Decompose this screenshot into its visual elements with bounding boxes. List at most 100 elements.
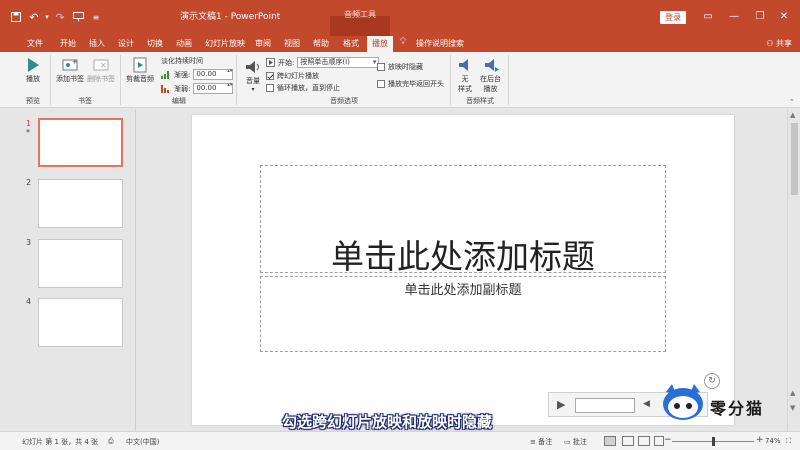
tab-file[interactable]: 文件 — [27, 36, 43, 52]
zoom-level[interactable]: 74% — [765, 437, 781, 445]
group-audio-options-label: 音频选项 — [330, 97, 358, 105]
fade-out-label: 渐弱: — [174, 84, 191, 93]
redo-icon[interactable]: ↷ — [52, 9, 68, 25]
collapse-ribbon-icon[interactable]: ⌃ — [789, 98, 795, 106]
tab-insert[interactable]: 插入 — [89, 36, 105, 52]
restore-icon[interactable]: ❐ — [752, 9, 768, 25]
fade-in-icon — [161, 71, 169, 79]
fade-out-input[interactable]: 00.00 — [193, 83, 234, 94]
scrollbar-thumb[interactable] — [791, 123, 798, 195]
fade-in-label: 渐强: — [174, 70, 191, 79]
hide-during-show-checkbox[interactable]: 放映时隐藏 — [377, 62, 423, 72]
ribbon-display-icon[interactable]: ▭ — [700, 9, 716, 25]
close-icon[interactable]: ✕ — [776, 9, 792, 25]
scroll-up-icon[interactable]: ▲ — [790, 111, 795, 119]
no-style-button[interactable]: 无 样式 — [456, 56, 474, 94]
customize-icon[interactable]: ≡ — [88, 9, 104, 25]
save-icon[interactable] — [8, 9, 24, 25]
undo-icon[interactable]: ↶ — [26, 9, 42, 25]
rewind-checkbox[interactable]: 播放完毕返回开头 — [377, 79, 444, 89]
subtitle-placeholder-text: 单击此处添加副标题 — [404, 283, 522, 298]
loop-check[interactable] — [266, 84, 274, 92]
zoom-out-icon[interactable]: − — [664, 435, 672, 445]
play-in-background-button[interactable]: 在后台 播放 — [480, 56, 501, 94]
cross-slides-check[interactable] — [266, 72, 274, 80]
scroll-up-icon[interactable]: ▲ — [790, 389, 795, 397]
trim-audio-label: 剪裁音频 — [126, 75, 154, 83]
title-placeholder-text: 单击此处添加标题 — [331, 237, 595, 276]
chevron-down-icon[interactable]: ▾ — [44, 9, 50, 25]
thumbnail-number: 3 — [26, 238, 32, 247]
hide-during-show-check[interactable] — [377, 63, 385, 71]
fit-slide-icon[interactable]: ⛶ — [786, 437, 791, 446]
spelling-icon[interactable]: ⎙ — [108, 437, 114, 446]
tab-slideshow[interactable]: 幻灯片放映 — [205, 36, 245, 52]
rotate-handle-icon[interactable]: ↻ — [704, 373, 720, 389]
zoom-in-icon[interactable]: + — [756, 435, 764, 445]
remove-bookmark-button[interactable]: ✕ 删除书签 — [87, 56, 115, 84]
quick-access-toolbar: ↶ ▾ ↷ ≡ — [8, 8, 104, 26]
slide-canvas[interactable]: 单击此处添加标题 单击此处添加副标题 — [192, 115, 734, 425]
slide-count: 幻灯片 第 1 张，共 4 张 — [22, 438, 99, 446]
tab-home[interactable]: 开始 — [60, 36, 76, 52]
divider — [450, 55, 451, 105]
play-in-background-label-2: 播放 — [483, 85, 498, 93]
tab-help[interactable]: 帮助 — [313, 36, 329, 52]
tab-playback[interactable]: 播放 — [367, 36, 393, 52]
minimize-icon[interactable]: — — [726, 9, 742, 25]
tab-review[interactable]: 审阅 — [255, 36, 271, 52]
loop-checkbox[interactable]: 循环播放，直到停止 — [266, 83, 340, 93]
tab-transitions[interactable]: 切换 — [147, 36, 163, 52]
tab-view[interactable]: 视图 — [284, 36, 300, 52]
share-button[interactable]: ⚇ 共享 — [766, 36, 792, 52]
tab-design[interactable]: 设计 — [118, 36, 134, 52]
slide-thumbnail-4[interactable] — [38, 298, 123, 347]
volume-label: 音量 — [246, 77, 260, 85]
play-label: 播放 — [26, 75, 40, 83]
group-preview-label: 预览 — [26, 97, 40, 105]
audio-back-icon[interactable]: ◀ — [643, 399, 650, 409]
tab-format[interactable]: 格式 — [343, 36, 359, 52]
vertical-scrollbar[interactable]: ▲ ▲ ▼ — [787, 109, 800, 431]
slideshow-view-icon[interactable] — [654, 436, 664, 446]
svg-text:✕: ✕ — [100, 61, 107, 70]
audio-play-icon[interactable]: ▶ — [557, 398, 565, 411]
subtitle-placeholder[interactable]: 单击此处添加副标题 — [260, 276, 666, 352]
reading-view-icon[interactable] — [638, 436, 650, 446]
rewind-label: 播放完毕返回开头 — [388, 80, 444, 88]
no-style-label-2: 样式 — [458, 85, 472, 93]
start-dropdown[interactable]: 按照单击顺序(I) — [297, 57, 380, 68]
zoom-slider-knob[interactable] — [712, 437, 715, 446]
play-icon — [28, 58, 39, 72]
trim-audio-icon — [133, 57, 147, 73]
trim-audio-button[interactable]: 剪裁音频 — [126, 56, 154, 84]
scroll-down-icon[interactable]: ▼ — [790, 404, 795, 412]
lightbulb-icon[interactable]: 💡︎ — [400, 37, 406, 47]
group-audio-styles-label: 音频样式 — [466, 97, 494, 105]
person-icon: ⚇ — [766, 39, 776, 48]
thumbnail-number: 4 — [26, 297, 32, 306]
fade-duration-title: 淡化持续时间 — [161, 57, 203, 65]
add-bookmark-button[interactable]: + 添加书签 — [56, 56, 84, 84]
cross-slides-checkbox[interactable]: 跨幻灯片播放 — [266, 71, 319, 81]
slide-thumbnail-3[interactable] — [38, 239, 123, 288]
slide-thumbnail-1[interactable] — [38, 118, 123, 167]
volume-button[interactable]: 音量 ▾ — [244, 58, 262, 93]
play-button[interactable]: 播放 — [24, 56, 42, 84]
present-icon[interactable] — [70, 9, 86, 25]
language[interactable]: 中文(中国) — [126, 437, 159, 447]
tab-animations[interactable]: 动画 — [176, 36, 192, 52]
fade-in-input[interactable]: 00.00 — [193, 69, 234, 80]
normal-view-icon[interactable] — [604, 436, 616, 446]
rewind-check[interactable] — [377, 80, 385, 88]
tell-me-search[interactable]: 操作说明搜索 — [416, 36, 464, 52]
comments-button[interactable]: ▭ 批注 — [564, 437, 587, 447]
notes-button[interactable]: ≡ 备注 — [530, 437, 552, 447]
login-button[interactable]: 登录 — [660, 11, 686, 24]
audio-progress-track[interactable] — [575, 398, 635, 413]
divider — [50, 55, 51, 105]
start-icon — [266, 58, 275, 67]
title-placeholder[interactable]: 单击此处添加标题 — [260, 165, 666, 276]
slide-sorter-icon[interactable] — [622, 436, 634, 446]
slide-thumbnail-2[interactable] — [38, 179, 123, 228]
